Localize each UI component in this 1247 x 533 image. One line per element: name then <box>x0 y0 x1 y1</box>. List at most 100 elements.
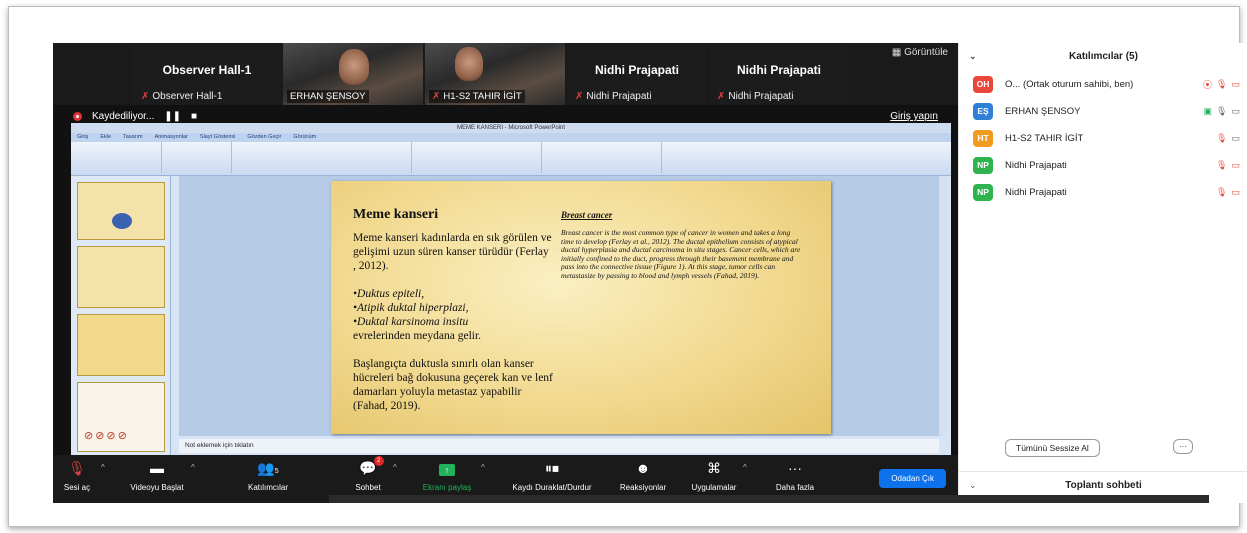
apps-button[interactable]: ⌘ Uygulamalar <box>683 459 745 492</box>
slide-thumbnail[interactable] <box>77 246 165 308</box>
stop-recording-icon[interactable]: ■ <box>191 111 197 122</box>
chat-title: Toplantı sohbeti <box>1065 480 1142 491</box>
participant-face <box>339 49 369 85</box>
recording-label: Kaydediliyor... <box>92 111 155 122</box>
participant-name: Nidhi Prajapati <box>1005 186 1067 198</box>
tile-name-chip: ✗ H1-S2 TAHIR İGİT <box>429 90 525 103</box>
tile-name-large: Observer Hall-1 <box>162 63 252 77</box>
chat-badge: 2 <box>373 456 384 466</box>
video-off-icon: ▭ <box>1231 159 1240 170</box>
more-options-button[interactable]: ··· <box>1173 439 1193 454</box>
slide-list-item: •Duktus epiteli, <box>353 288 425 300</box>
ribbon-tab[interactable]: Giriş <box>77 133 88 142</box>
ppt-window-title: MEME KANSERI - Microsoft PowerPoint <box>71 123 951 133</box>
ribbon-tab[interactable]: Ekle <box>100 133 111 142</box>
slide-canvas: Meme kanseri Breast cancer Meme kanseri … <box>179 176 939 436</box>
share-screen-icon: ▣ <box>1203 105 1213 116</box>
ribbon-tab[interactable]: Gözden Geçir <box>247 133 281 142</box>
ribbon-tab[interactable]: Animasyonlar <box>155 133 188 142</box>
mic-muted-icon: 🎙 <box>1216 132 1228 143</box>
participant-face <box>455 47 483 81</box>
more-button[interactable]: ··· Daha fazla <box>765 459 825 492</box>
reactions-button[interactable]: ☻ Reaksiyonlar <box>613 459 673 492</box>
ribbon-tabs: Giriş Ekle Tasarım Animasyonlar Slayt Gö… <box>71 133 951 142</box>
record-icon <box>73 112 82 121</box>
participant-row[interactable]: NP Nidhi Prajapati 🎙 ▭ <box>973 154 1240 176</box>
participant-row[interactable]: NP Nidhi Prajapati 🎙 ▭ <box>973 181 1240 203</box>
unmute-button[interactable]: 🎙 Sesi aç <box>59 459 95 492</box>
mic-muted-icon: ✗ <box>717 91 726 102</box>
taskbar-strip <box>329 495 1209 503</box>
ribbon-tab[interactable]: Tasarım <box>123 133 143 142</box>
slide-right-column: Breast cancer is the most common type of… <box>561 228 801 280</box>
video-tile-nidhi-1[interactable]: Nidhi Prajapati ✗ Nidhi Prajapati <box>567 43 707 105</box>
mic-muted-icon: 🎙 <box>1216 159 1228 170</box>
video-off-icon: ▭ <box>1231 186 1240 197</box>
start-video-button[interactable]: ▬ Videoyu Başlat <box>117 459 197 492</box>
tile-name-chip: ERHAN ŞENSOY <box>287 90 369 103</box>
slide-paragraph: Başlangıçta duktusla sınırlı olan kanser… <box>353 358 553 412</box>
leave-meeting-button[interactable]: Odadan Çık <box>879 469 946 488</box>
mic-muted-icon: 🎙 <box>1216 186 1228 197</box>
video-tile-tahir-igit[interactable]: ✗ H1-S2 TAHIR İGİT <box>425 43 565 105</box>
pause-stop-recording-button[interactable]: ⏸⏹ Kaydı Duraklat/Durdur <box>497 459 607 492</box>
ribbon-divider <box>411 142 412 173</box>
participant-row[interactable]: OH O... (Ortak oturum sahibi, ben) ⦿ 🎙 ▭ <box>973 73 1240 95</box>
share-screen-button[interactable]: ↑ Ekranı paylaş <box>415 459 479 492</box>
slide-paragraph: Meme kanseri kadınlarda en sık görülen v… <box>353 232 552 272</box>
video-icon: ▭ <box>1231 105 1240 116</box>
mic-muted-icon: 🎙 <box>68 460 86 476</box>
slide-thumbnails-pane: ⊘⊘⊘⊘ <box>71 176 171 455</box>
participants-button[interactable]: 👥5 Katılımcılar <box>233 459 303 492</box>
slide-thumbnail[interactable] <box>77 182 165 240</box>
apps-icon: ⌘ <box>707 460 721 476</box>
screenshot-frame: Observer Hall-1 ✗ Observer Hall-1 ERHAN Ş… <box>8 6 1247 527</box>
chevron-up-icon[interactable]: ^ <box>743 463 747 472</box>
video-tile-nidhi-2[interactable]: Nidhi Prajapati ✗ Nidhi Prajapati <box>709 43 849 105</box>
chevron-up-icon[interactable]: ^ <box>191 463 195 472</box>
participant-row[interactable]: HT H1-S2 TAHIR İGİT 🎙 ▭ <box>973 127 1240 149</box>
slide-list-tail: evrelerinden meydana gelir. <box>353 330 482 342</box>
notes-pane[interactable]: Not eklemek için tıklatın <box>179 439 939 453</box>
slide-thumbnail[interactable]: ⊘⊘⊘⊘ <box>77 382 165 452</box>
reaction-icon: ☻ <box>635 460 651 476</box>
slide-title-en: Breast cancer <box>561 210 613 220</box>
video-tile-erhan-sensoy[interactable]: ERHAN ŞENSOY <box>283 43 423 105</box>
participant-name: ERHAN ŞENSOY <box>1005 105 1081 117</box>
participant-name: Nidhi Prajapati <box>1005 159 1067 171</box>
vertical-scrollbar[interactable] <box>939 176 947 436</box>
ribbon-divider <box>661 142 662 173</box>
ribbon-tab[interactable]: Slayt Gösterisi <box>200 133 235 142</box>
slide-list-item: •Atipik duktal hiperplazi, <box>353 302 469 314</box>
login-link[interactable]: Giriş yapın <box>890 111 938 122</box>
recording-icon: ⦿ <box>1203 79 1213 90</box>
ribbon-divider <box>161 142 162 173</box>
video-tile-observer-hall[interactable]: Observer Hall-1 ✗ Observer Hall-1 <box>133 43 281 105</box>
avatar: HT <box>973 129 993 147</box>
tile-name-small: ✗ Observer Hall-1 <box>141 91 223 102</box>
video-icon: ▭ <box>1231 132 1240 143</box>
mute-all-button[interactable]: Tümünü Sessize Al <box>1005 439 1100 457</box>
current-slide[interactable]: Meme kanseri Breast cancer Meme kanseri … <box>331 181 831 434</box>
tile-name-large: Nidhi Prajapati <box>736 63 822 77</box>
chat-button[interactable]: 💬 2 Sohbet <box>343 456 393 492</box>
ribbon-tab[interactable]: Görünüm <box>293 133 316 142</box>
participants-title: Katılımcılar (5) <box>1069 51 1138 62</box>
ribbon-divider <box>231 142 232 173</box>
chevron-up-icon[interactable]: ^ <box>393 463 397 472</box>
participants-panel: ⌄ Katılımcılar (5) OH O... (Ortak oturum… <box>958 43 1247 503</box>
shared-powerpoint-window: MEME KANSERI - Microsoft PowerPoint Giri… <box>71 123 951 455</box>
avatar: NP <box>973 156 993 174</box>
chevron-up-icon[interactable]: ^ <box>481 463 485 472</box>
video-off-icon: ▬ <box>150 460 164 476</box>
chevron-up-icon[interactable]: ^ <box>101 463 105 472</box>
avatar: NP <box>973 183 993 201</box>
slide-thumbnail[interactable] <box>77 314 165 376</box>
pause-recording-icon[interactable]: ❚❚ <box>164 111 181 122</box>
slide-list-item: •Duktal karsinoma insitu <box>353 316 469 328</box>
mic-icon: 🎙 <box>1216 105 1228 116</box>
logo-icon <box>112 213 132 229</box>
view-button[interactable]: ▦ Görüntüle <box>892 47 948 58</box>
slide-title-tr: Meme kanseri <box>353 207 439 222</box>
participant-row[interactable]: EŞ ERHAN ŞENSOY ▣ 🎙 ▭ <box>973 100 1240 122</box>
